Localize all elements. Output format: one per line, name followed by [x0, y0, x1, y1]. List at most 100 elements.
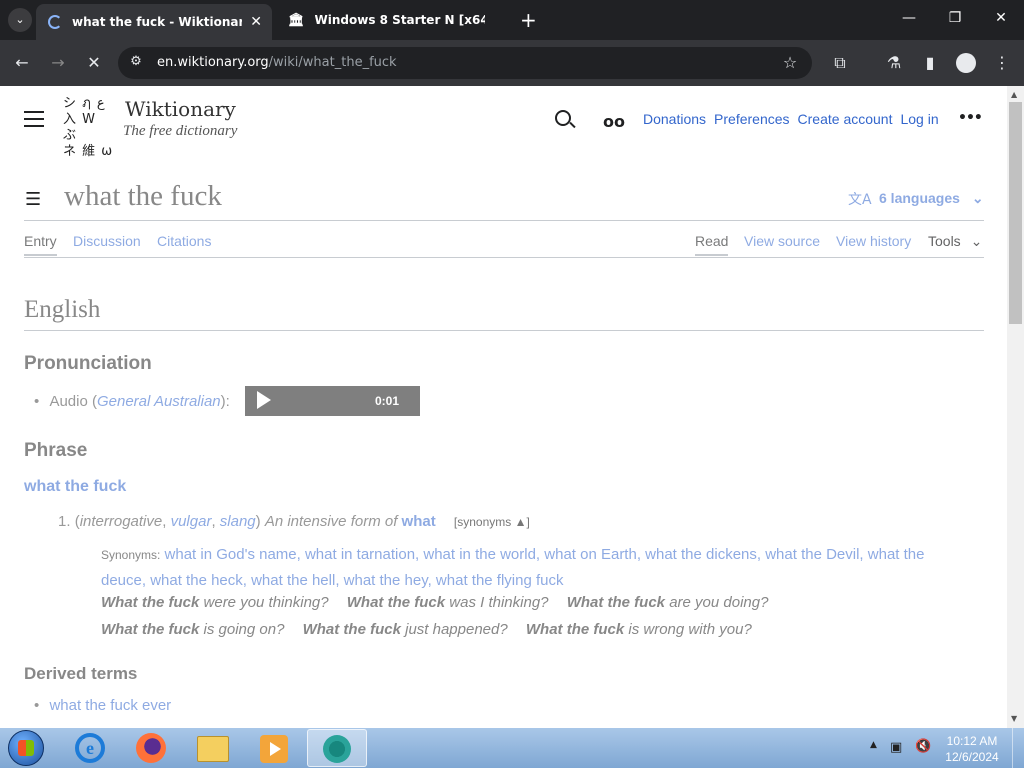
clock[interactable]: 10:12 AM 12/6/2024 — [942, 733, 1002, 765]
synonyms-list-cont[interactable]: deuce, what the heck, what the hell, wha… — [101, 572, 564, 589]
forward-icon[interactable]: → — [46, 53, 70, 72]
example-bold: What the fuck — [101, 594, 200, 611]
url-host: en.wiktionary.org — [157, 55, 269, 70]
page-title: what the fuck — [64, 180, 222, 212]
synonyms-toggle[interactable]: [synonyms ▲] — [454, 515, 530, 529]
scroll-down-icon[interactable]: ▼ — [1011, 714, 1017, 723]
tab-search-button[interactable]: ⌄ — [8, 8, 32, 32]
site-info-icon[interactable]: ⚙ — [124, 54, 148, 69]
tab-title: what the fuck - Wiktionary, the — [72, 15, 242, 29]
what-link[interactable]: what — [402, 513, 436, 530]
chevron-down-icon: ⌄ — [970, 233, 983, 249]
synonyms-list[interactable]: what in God's name, what in tarnation, w… — [165, 546, 925, 563]
tools-dropdown[interactable]: Tools ⌄ — [928, 233, 982, 250]
label-vulgar[interactable]: vulgar — [171, 513, 212, 530]
chrome-app-icon — [323, 735, 351, 763]
new-tab-button[interactable]: + — [520, 8, 537, 32]
side-panel-icon[interactable]: ▮ — [918, 53, 942, 72]
create-account-link[interactable]: Create account — [798, 111, 893, 127]
personal-links: Donations Preferences Create account Log… — [643, 111, 939, 127]
wiktionary-logo-icon[interactable]: シ ฦ ع入 W ぶネ 維 ω — [63, 96, 115, 159]
headword: what the fuck — [24, 478, 127, 495]
show-desktop-button[interactable] — [1012, 728, 1024, 768]
example-bold: What the fuck — [101, 621, 200, 638]
pronunciation-heading: Pronunciation — [24, 353, 152, 374]
play-icon[interactable] — [257, 391, 271, 409]
tab-citations[interactable]: Citations — [157, 233, 211, 249]
minimize-button[interactable]: — — [889, 10, 929, 26]
label-slang[interactable]: slang — [220, 513, 256, 530]
network-icon[interactable]: ▣ — [890, 740, 902, 755]
example-bold: What the fuck — [302, 621, 401, 638]
hamburger-menu-icon[interactable] — [24, 111, 44, 127]
donations-link[interactable]: Donations — [643, 111, 706, 127]
synonyms-label: Synonyms: — [101, 548, 161, 562]
tab-view-history[interactable]: View history — [836, 233, 911, 249]
taskbar-active-app[interactable] — [307, 729, 367, 767]
derived-term-link[interactable]: what the fuck ever — [49, 697, 171, 714]
bullet: • — [34, 697, 40, 714]
audio-label: Audio ( — [49, 393, 97, 410]
divider — [24, 330, 984, 331]
url-text[interactable]: en.wiktionary.org/wiki/what_the_fuck — [157, 55, 397, 70]
tools-label: Tools — [928, 233, 961, 249]
close-tab-icon[interactable]: ✕ — [250, 14, 262, 30]
site-title[interactable]: Wiktionary — [125, 97, 236, 121]
menu-icon[interactable]: ⋮ — [990, 53, 1014, 72]
translate-icon: 文A — [848, 192, 872, 208]
close-window-button[interactable]: ✕ — [981, 10, 1021, 26]
log-in-link[interactable]: Log in — [900, 111, 938, 127]
labs-icon[interactable]: ⚗ — [882, 53, 906, 72]
search-icon[interactable] — [555, 110, 571, 126]
media-player-icon[interactable] — [260, 735, 288, 763]
start-button[interactable] — [8, 730, 44, 766]
definition-text: An intensive form of — [264, 513, 398, 530]
tab-view-source[interactable]: View source — [744, 233, 820, 249]
file-explorer-icon[interactable] — [197, 736, 229, 762]
firefox-icon[interactable] — [136, 733, 166, 763]
languages-label: 6 languages — [879, 190, 960, 206]
audio-row: • Audio (General Australian): — [34, 393, 230, 410]
extensions-icon[interactable]: ⧉ — [828, 53, 852, 73]
play-icon — [270, 742, 281, 756]
preferences-link[interactable]: Preferences — [714, 111, 789, 127]
back-icon[interactable]: ← — [10, 53, 34, 72]
definition-number: 1. — [58, 513, 71, 530]
example-text: are you doing? — [669, 594, 769, 611]
language-heading: English — [24, 296, 101, 323]
windows-logo-icon — [18, 740, 34, 756]
bookmark-star-icon[interactable]: ☆ — [778, 53, 802, 72]
tab-read[interactable]: Read — [695, 233, 729, 256]
archive-icon: 🏛 — [288, 12, 305, 28]
tab-discussion[interactable]: Discussion — [73, 233, 141, 249]
loading-icon — [48, 15, 62, 29]
profile-avatar[interactable] — [956, 53, 976, 73]
derived-terms-heading: Derived terms — [24, 664, 138, 683]
example-text: just happened? — [405, 621, 508, 638]
appearance-glasses-icon[interactable]: oo — [603, 112, 625, 131]
audio-duration: 0:01 — [375, 394, 400, 408]
stop-icon[interactable]: ✕ — [82, 53, 106, 72]
audio-accent-link[interactable]: General Australian — [97, 393, 221, 410]
volume-muted-icon[interactable]: 🔇 — [915, 739, 931, 754]
languages-button[interactable]: 6 languages ⌄ — [879, 190, 984, 207]
tray-expand-icon[interactable]: ▲ — [870, 740, 877, 750]
label-interrogative: interrogative — [79, 513, 163, 530]
usage-examples-row: What the fuck is going on? What the fuck… — [101, 621, 752, 638]
scroll-up-icon[interactable]: ▲ — [1011, 90, 1017, 99]
url-path: /wiki/what_the_fuck — [268, 55, 397, 70]
restore-button[interactable]: ❐ — [935, 10, 975, 26]
more-options-icon[interactable]: ••• — [958, 110, 983, 126]
internet-explorer-icon[interactable]: e — [75, 733, 105, 763]
audio-player[interactable]: 0:01 — [245, 386, 420, 416]
audio-label-end: ): — [220, 393, 230, 410]
scrollbar-thumb[interactable] — [1009, 102, 1022, 324]
divider — [24, 257, 984, 258]
example-text: was I thinking? — [449, 594, 549, 611]
table-of-contents-icon[interactable]: ☰ — [25, 189, 41, 210]
tab-entry[interactable]: Entry — [24, 233, 57, 256]
tab-archive[interactable]: 🏛 Windows 8 Starter N [x64] : M — [280, 0, 516, 40]
phrase-heading: Phrase — [24, 440, 88, 461]
clock-time: 10:12 AM — [946, 734, 998, 748]
tab-wiktionary[interactable]: what the fuck - Wiktionary, the ✕ — [36, 4, 272, 40]
